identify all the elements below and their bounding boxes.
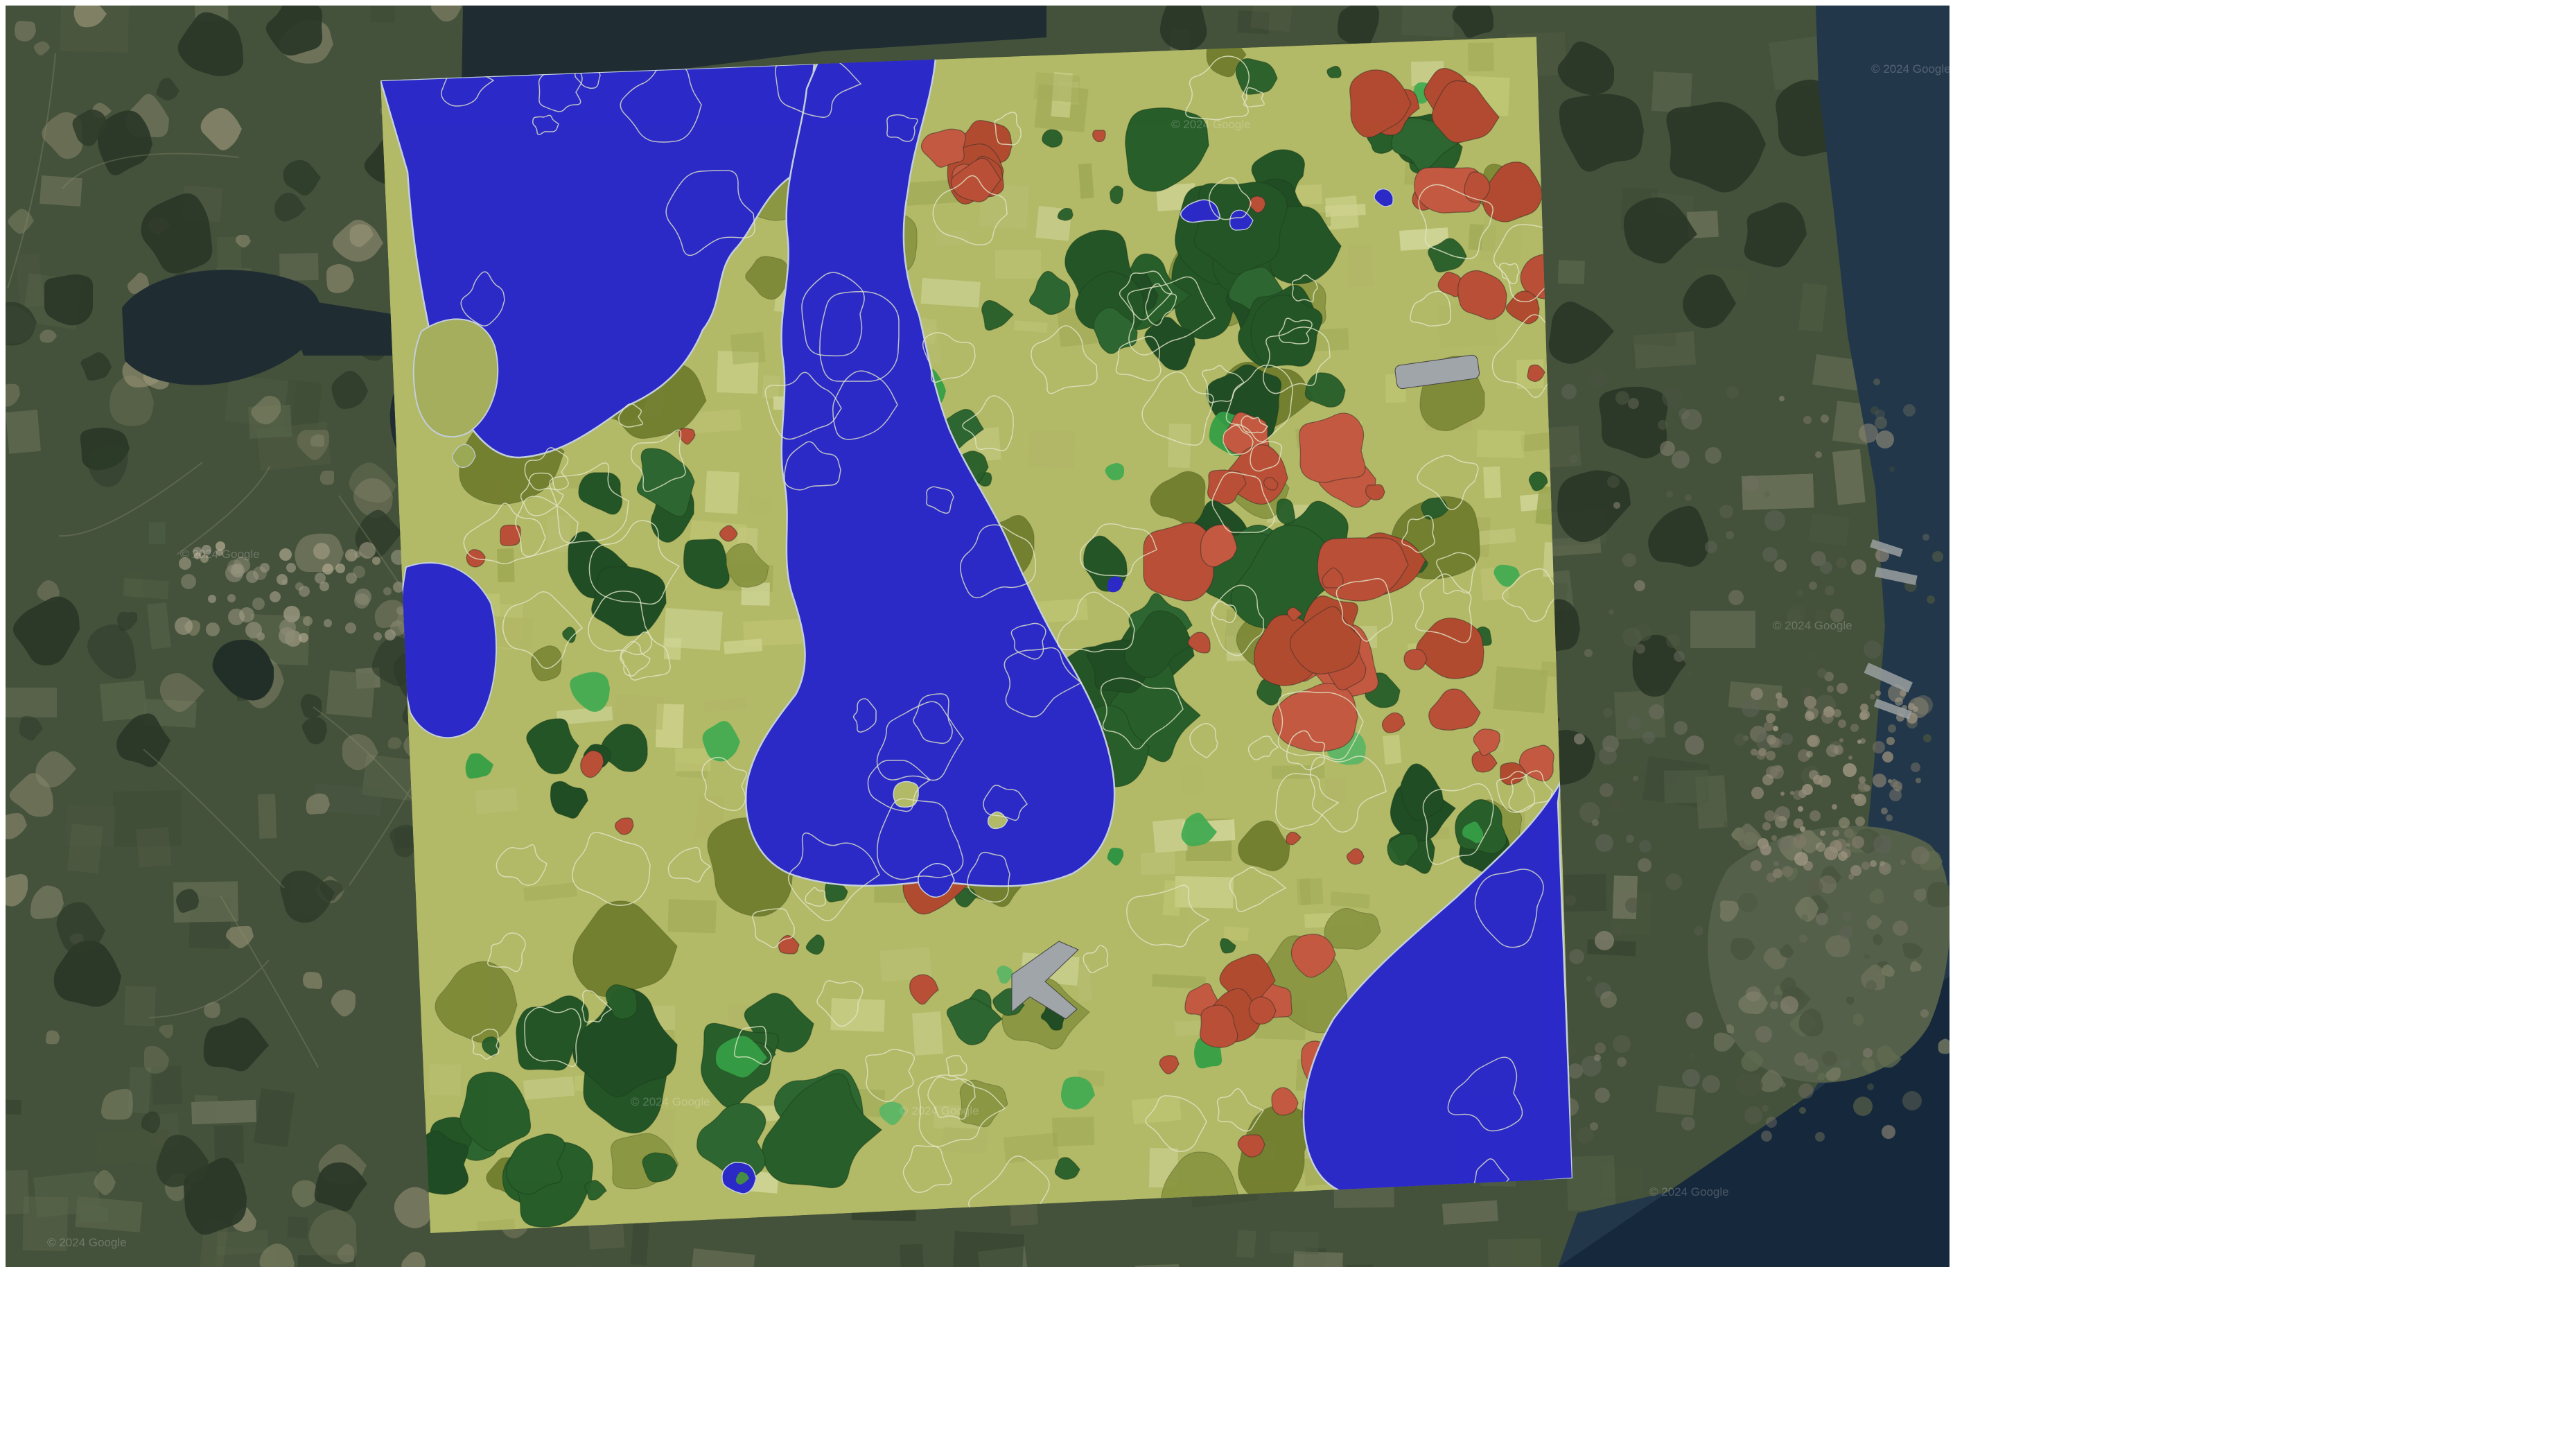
svg-text:© 2024 Google: © 2024 Google — [1171, 118, 1251, 131]
svg-text:© 2024 Google: © 2024 Google — [631, 1095, 710, 1108]
svg-text:© 2024 Google: © 2024 Google — [47, 1236, 127, 1249]
svg-text:© 2024 Google: © 2024 Google — [180, 548, 260, 561]
svg-text:© 2024 Google: © 2024 Google — [1649, 1185, 1729, 1198]
svg-text:© 2024 Google: © 2024 Google — [1773, 619, 1852, 632]
svg-text:© 2024 Google: © 2024 Google — [900, 1104, 979, 1117]
svg-text:© 2024 Google: © 2024 Google — [1871, 62, 1949, 76]
